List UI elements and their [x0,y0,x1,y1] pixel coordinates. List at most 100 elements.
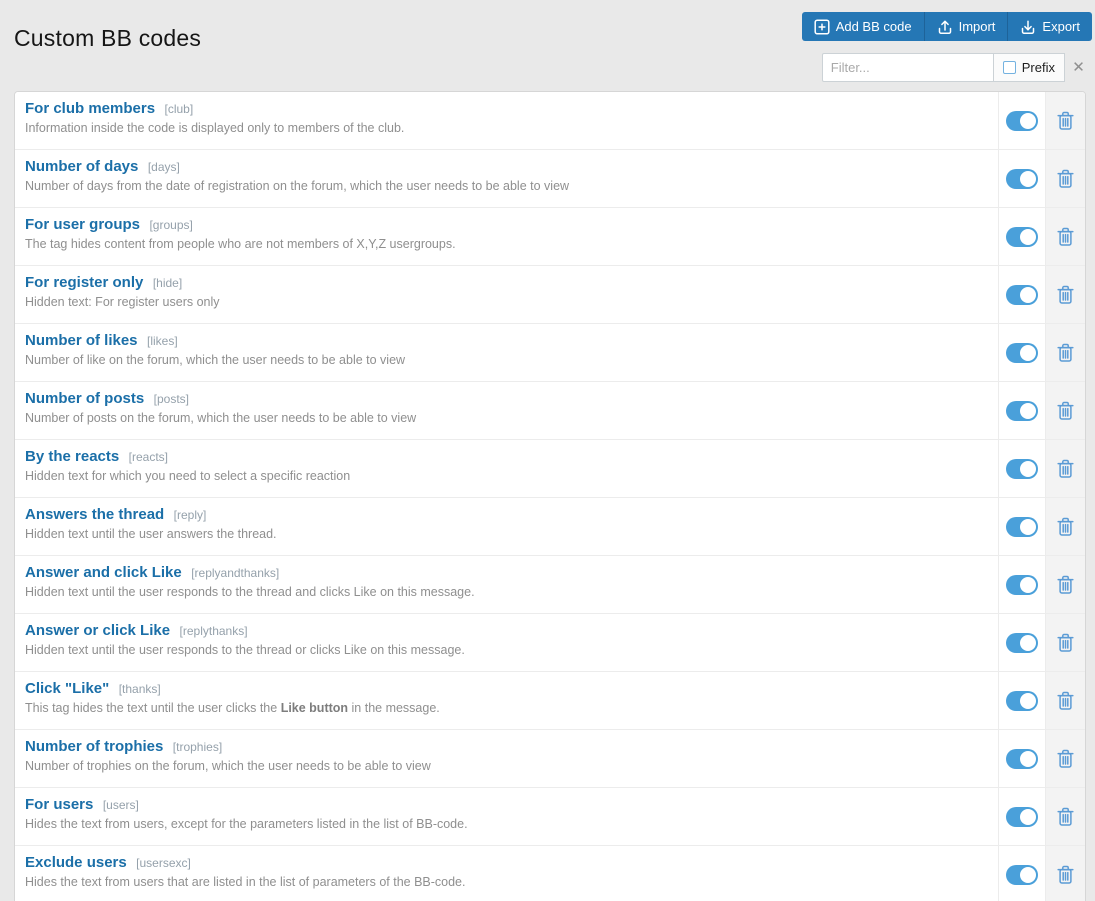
add-bb-code-button[interactable]: Add BB code [801,12,924,41]
plus-square-icon [814,18,830,35]
enable-toggle[interactable] [1006,632,1038,653]
download-icon [1020,19,1036,35]
bb-code-row-main: Number of posts [posts] Number of posts … [15,382,998,439]
bb-code-title-link[interactable]: Answers the thread [25,506,164,523]
bb-code-description: Number of days from the date of registra… [25,179,570,193]
delete-button[interactable] [1045,92,1085,149]
delete-button[interactable] [1045,382,1085,439]
enable-toggle[interactable] [1006,110,1038,131]
enable-toggle[interactable] [1006,342,1038,363]
bb-code-title-link[interactable]: Answer or click Like [25,622,170,639]
bb-code-tag: [replyandthanks] [191,566,280,580]
bb-code-tag: [reacts] [128,450,169,464]
enable-toggle[interactable] [1006,748,1038,769]
import-button[interactable]: Import [923,12,1008,41]
bb-code-title-link[interactable]: Exclude users [25,854,127,871]
delete-button[interactable] [1045,208,1085,265]
delete-button[interactable] [1045,266,1085,323]
bb-code-row-main: By the reacts [reacts] Hidden text for w… [15,440,998,497]
bb-code-title-link[interactable]: For user groups [25,216,140,233]
bb-code-title-line: Number of likes [likes] [25,332,988,350]
bb-code-description: Number of posts on the forum, which the … [25,411,417,425]
bb-code-row: By the reacts [reacts] Hidden text for w… [15,440,1085,498]
bb-code-title-link[interactable]: Number of days [25,158,138,175]
add-bb-code-label: Add BB code [835,19,912,34]
enable-toggle[interactable] [1006,284,1038,305]
bb-code-title-link[interactable]: Number of posts [25,390,144,407]
bb-code-title-link[interactable]: Click "Like" [25,680,109,697]
bb-code-row: Number of likes [likes] Number of like o… [15,324,1085,382]
delete-button[interactable] [1045,556,1085,613]
enable-toggle[interactable] [1006,400,1038,421]
enable-toggle[interactable] [1006,690,1038,711]
filter-input[interactable] [821,53,994,82]
bb-code-tag: [days] [147,160,180,174]
bb-code-title-link[interactable]: Number of trophies [25,738,163,755]
toggle-cell [998,788,1045,845]
bb-code-tag: [trophies] [172,740,223,754]
delete-button[interactable] [1045,788,1085,845]
bb-code-row: For users [users] Hides the text from us… [15,788,1085,846]
bb-code-row: For register only [hide] Hidden text: Fo… [15,266,1085,324]
trash-icon [1056,864,1075,885]
prefix-checkbox-group[interactable]: Prefix [993,53,1065,82]
trash-icon [1056,226,1075,247]
bb-code-description: Hidden text until the user responds to t… [25,643,465,657]
trash-icon [1056,632,1075,653]
delete-button[interactable] [1045,498,1085,555]
bb-code-row-main: Number of likes [likes] Number of like o… [15,324,998,381]
bb-code-description: Number of trophies on the forum, which t… [25,759,431,773]
bb-code-tag: [likes] [146,334,178,348]
bb-code-description: Hidden text: For register users only [25,295,220,309]
bb-code-row-main: For user groups [groups] The tag hides c… [15,208,998,265]
toggle-cell [998,150,1045,207]
delete-button[interactable] [1045,440,1085,497]
trash-icon [1056,806,1075,827]
toggle-cell [998,614,1045,671]
bb-code-row: Answer or click Like [replythanks] Hidde… [15,614,1085,672]
bb-code-title-link[interactable]: By the reacts [25,448,119,465]
prefix-checkbox[interactable] [1002,61,1016,74]
bb-code-title-link[interactable]: For users [25,796,93,813]
close-icon: ✕ [1072,59,1085,76]
trash-icon [1056,284,1075,305]
bb-code-title-line: Click "Like" [thanks] [25,680,988,698]
trash-icon [1056,168,1075,189]
delete-button[interactable] [1045,672,1085,729]
bb-code-title-line: Number of posts [posts] [25,390,988,408]
bb-code-description: Hides the text from users, except for th… [25,817,468,831]
clear-filter-button[interactable]: ✕ [1065,53,1092,82]
bb-code-description: This tag hides the text until the user c… [25,701,440,715]
bb-code-title-line: Answer and click Like [replyandthanks] [25,564,988,582]
enable-toggle[interactable] [1006,458,1038,479]
trash-icon [1056,110,1075,131]
bb-code-title-link[interactable]: Number of likes [25,332,138,349]
export-label: Export [1042,19,1080,34]
enable-toggle[interactable] [1006,574,1038,595]
delete-button[interactable] [1045,730,1085,787]
bb-code-description: Information inside the code is displayed… [25,121,405,135]
delete-button[interactable] [1045,150,1085,207]
enable-toggle[interactable] [1006,806,1038,827]
delete-button[interactable] [1045,614,1085,671]
bb-code-row-main: For register only [hide] Hidden text: Fo… [15,266,998,323]
toggle-cell [998,92,1045,149]
export-button[interactable]: Export [1007,12,1092,41]
enable-toggle[interactable] [1006,226,1038,247]
bb-code-row-main: Answer or click Like [replythanks] Hidde… [15,614,998,671]
bb-code-title-link[interactable]: Answer and click Like [25,564,182,581]
bb-code-row: Answers the thread [reply] Hidden text u… [15,498,1085,556]
bb-code-row-main: Click "Like" [thanks] This tag hides the… [15,672,998,729]
bb-code-row-main: Number of days [days] Number of days fro… [15,150,998,207]
bb-code-tag: [usersexc] [136,856,191,870]
bb-code-list: For club members [club] Information insi… [14,91,1086,901]
bb-code-title-link[interactable]: For club members [25,100,155,117]
bb-code-title-link[interactable]: For register only [25,274,143,291]
enable-toggle[interactable] [1006,864,1038,885]
enable-toggle[interactable] [1006,516,1038,537]
bb-code-row-main: Number of trophies [trophies] Number of … [15,730,998,787]
enable-toggle[interactable] [1006,168,1038,189]
delete-button[interactable] [1045,846,1085,901]
delete-button[interactable] [1045,324,1085,381]
bb-code-description: The tag hides content from people who ar… [25,237,456,251]
